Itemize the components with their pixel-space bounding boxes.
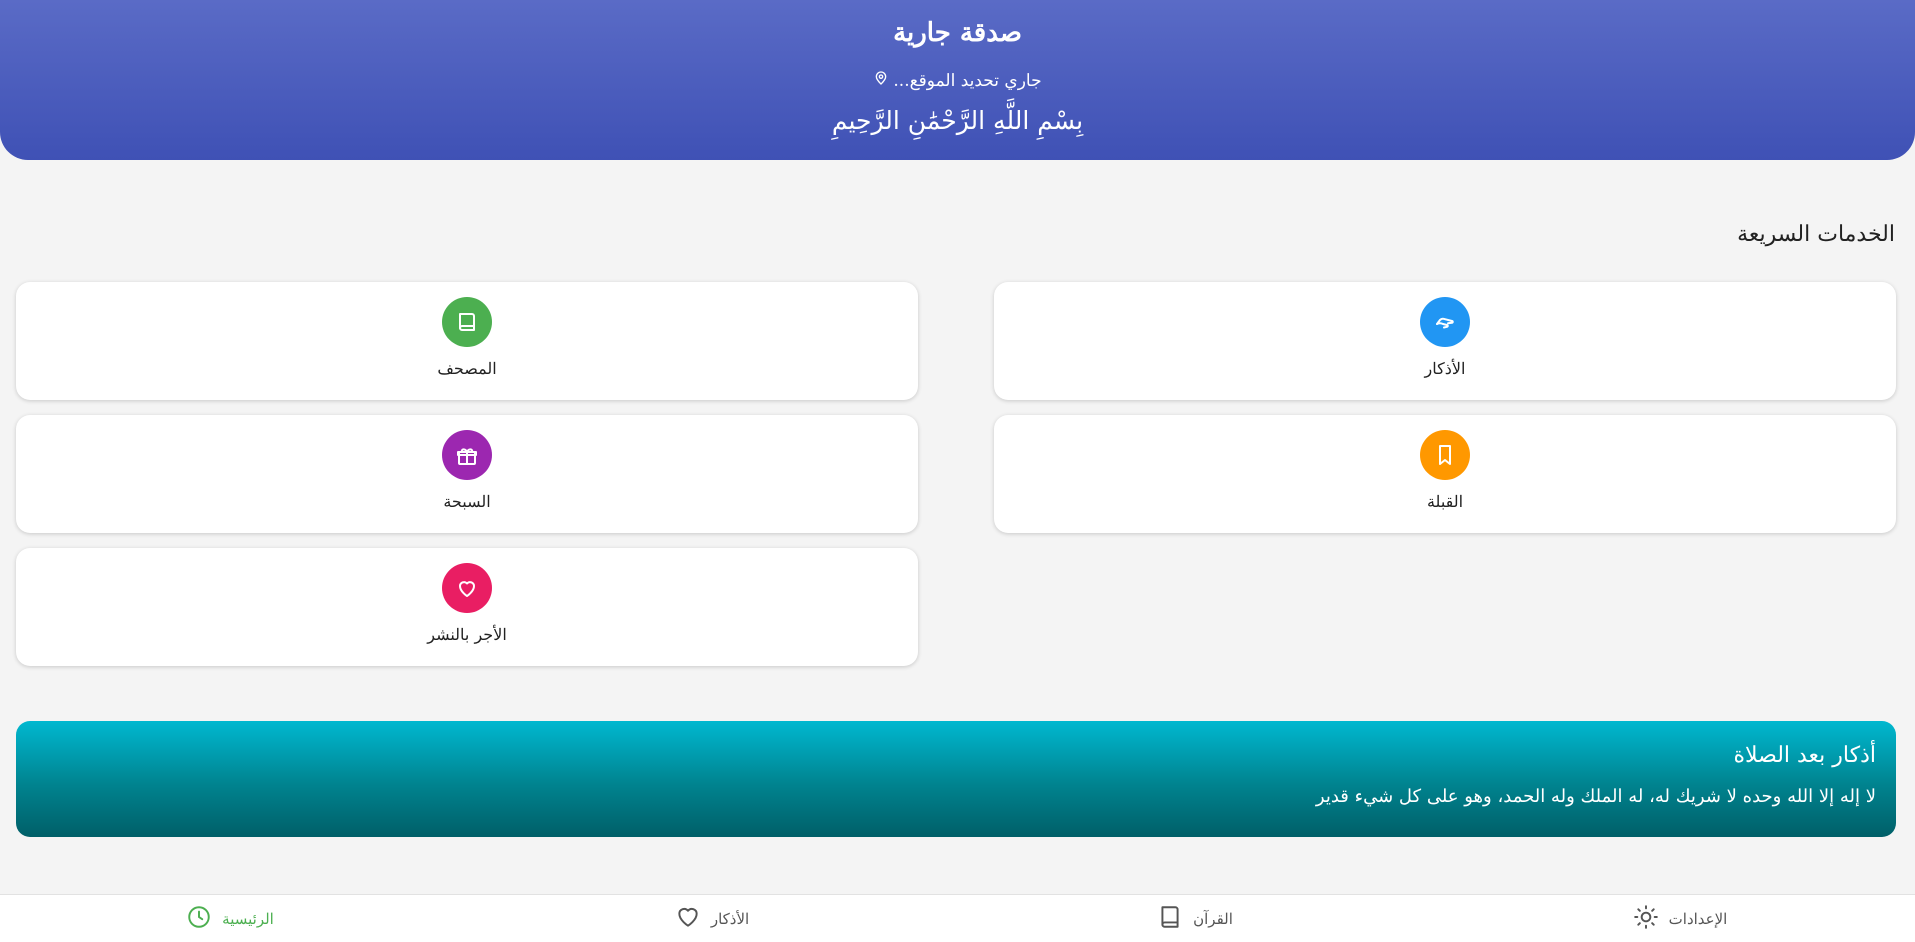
after-prayer-banner[interactable]: أذكار بعد الصلاة لا إله إلا الله وحده لا… (16, 721, 1896, 837)
nav-label: الرئيسية (222, 910, 274, 928)
nav-item-settings[interactable]: الإعدادات (1580, 895, 1780, 942)
gift-icon (442, 430, 492, 480)
nav-item-home[interactable]: الرئيسية (130, 895, 330, 942)
sun-icon (1633, 904, 1659, 934)
nav-item-adhkar[interactable]: الأذكار (612, 895, 812, 942)
heart-icon (442, 563, 492, 613)
book-icon (442, 297, 492, 347)
heart-icon (675, 904, 701, 934)
app-title: صدقة جارية (893, 18, 1022, 48)
book-icon (1157, 904, 1183, 934)
service-label: الأذكار (1424, 359, 1466, 378)
banner-text: لا إله إلا الله وحده لا شريك له، له المل… (1315, 786, 1876, 807)
service-card-adhkar[interactable]: الأذكار (994, 282, 1896, 400)
nav-item-quran[interactable]: القرآن (1095, 895, 1295, 942)
banner-title: أذكار بعد الصلاة (1733, 743, 1876, 768)
service-card-mushaf[interactable]: المصحف (16, 282, 918, 400)
app-header: صدقة جارية جاري تحديد الموقع... بِسْمِ ا… (0, 0, 1915, 160)
nav-label: القرآن (1193, 910, 1233, 928)
service-card-qibla[interactable]: القبلة (994, 415, 1896, 533)
bookmark-icon (1420, 430, 1470, 480)
bottom-nav: الإعدادات القرآن الأذكار الرئيسية (0, 894, 1915, 942)
service-label: المصحف (437, 359, 497, 378)
basmala: بِسْمِ اللَّهِ الرَّحْمَٰنِ الرَّحِيمِ (831, 106, 1084, 135)
clock-icon (186, 904, 212, 934)
service-label: السبحة (443, 492, 491, 511)
service-card-share-reward[interactable]: الأجر بالنشر (16, 548, 918, 666)
service-label: القبلة (1426, 492, 1464, 511)
service-card-tasbih[interactable]: السبحة (16, 415, 918, 533)
section-title: الخدمات السريعة (1737, 222, 1895, 247)
location-text: جاري تحديد الموقع... (893, 70, 1042, 91)
map-pin-icon (873, 70, 889, 91)
service-label: الأجر بالنشر (427, 625, 507, 644)
location-status: جاري تحديد الموقع... (0, 70, 1915, 91)
nav-label: الأذكار (710, 910, 750, 928)
nav-label: الإعدادات (1668, 910, 1728, 928)
hand-icon (1420, 297, 1470, 347)
